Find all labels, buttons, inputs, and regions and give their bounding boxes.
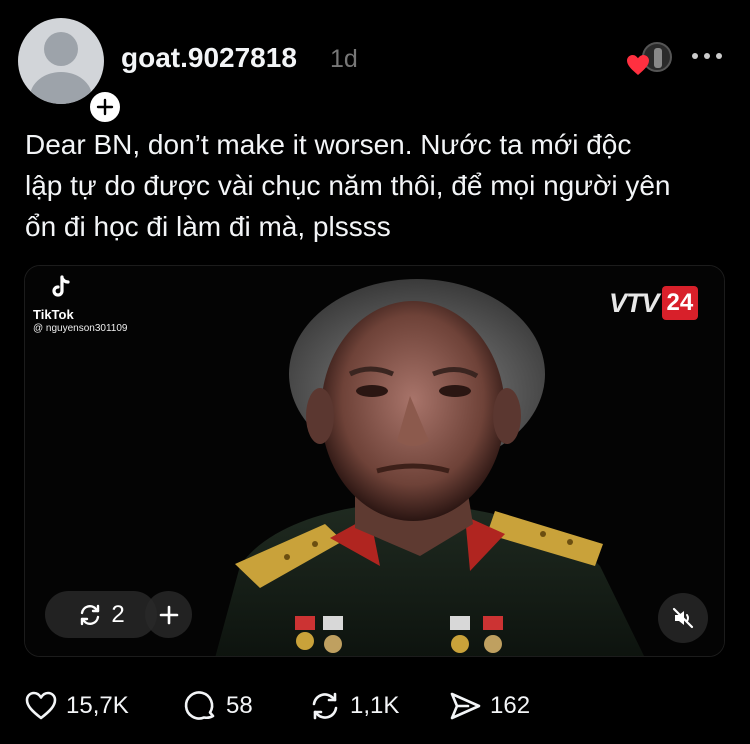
post-text-line: lập tự do được vài chục năm thôi, để mọi… [25,170,671,201]
share-count: 162 [490,692,531,719]
like-count: 15,7K [66,692,129,719]
quote-repost-count: 2 [111,600,125,628]
tiktok-handle: @ nguyenson301109 [33,323,128,334]
tiktok-watermark: TikTok @ nguyenson301109 [33,274,183,334]
tiktok-name: TikTok [33,307,74,322]
default-avatar-icon [18,18,104,104]
author-avatar[interactable] [18,18,124,126]
post-action-bar: 15,7K 58 1,1K 162 [24,686,724,726]
heart-icon [25,691,57,720]
speaker-muted-icon [672,607,694,629]
repost-button[interactable]: 1,1K [308,686,399,726]
like-button[interactable]: 15,7K [24,686,129,726]
follow-button[interactable] [86,88,124,126]
plus-icon [159,605,178,624]
mute-toggle-button[interactable] [658,593,708,643]
plus-icon [96,98,114,116]
share-button[interactable]: 162 [448,686,530,726]
channel-logo-text: VTV [609,287,660,318]
add-button[interactable] [145,591,192,638]
tiktok-logo-icon [52,275,70,297]
heart-icon [627,55,649,75]
reply-count: 58 [226,692,253,719]
post-text-line: ổn đi học đi làm đi mà, plssss [25,211,391,242]
video-player[interactable]: TikTok @ nguyenson301109 VTV 24 2 [24,265,725,657]
author-username[interactable]: goat.9027818 [121,42,297,74]
reply-button[interactable]: 58 [184,686,253,726]
repost-icon [81,604,100,625]
liked-by-indicator[interactable] [626,42,674,78]
repost-icon [312,692,338,720]
send-icon [450,692,481,720]
post-timestamp: 1d [330,45,358,73]
comment-icon [184,691,215,720]
quote-repost-chip[interactable]: 2 [45,591,157,638]
channel-logo: VTV 24 [609,284,699,322]
post-text: Dear BN, don’t make it worsen. Nước ta m… [25,124,735,247]
more-options-icon[interactable] [692,46,728,66]
channel-logo-number: 24 [661,286,699,320]
post-text-line: Dear BN, don’t make it worsen. Nước ta m… [25,129,632,160]
repost-count: 1,1K [350,692,400,719]
